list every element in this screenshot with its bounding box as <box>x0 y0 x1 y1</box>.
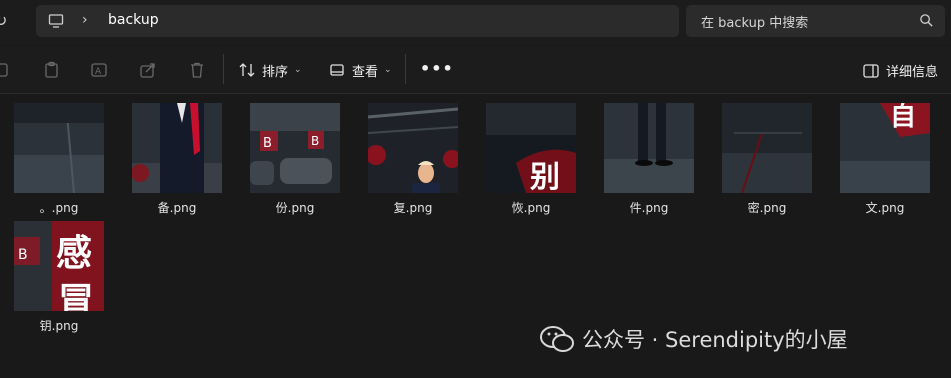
thumb-label: 别 <box>530 160 560 193</box>
watermark-text: 公众号 · Serendipity的小屋 <box>582 328 848 352</box>
sort-button[interactable]: 排序 ⌄ <box>238 58 302 82</box>
details-pane-icon <box>863 63 879 78</box>
file-item[interactable]: B 感 冒 钥.png <box>0 212 110 333</box>
paste-icon[interactable] <box>43 61 61 79</box>
file-name: 复.png <box>393 201 433 215</box>
file-item[interactable]: 备.png <box>118 94 228 215</box>
chevron-down-icon: ⌄ <box>384 65 392 75</box>
sort-label: 排序 <box>262 64 289 80</box>
file-name: 备.png <box>157 201 197 215</box>
file-name: 份.png <box>275 201 315 215</box>
toolbar-divider <box>405 54 406 84</box>
chevron-right-icon[interactable]: › <box>82 12 88 28</box>
file-item[interactable]: 复.png <box>354 94 464 215</box>
breadcrumb-backup[interactable]: backup <box>108 12 159 28</box>
command-bar: A 排序 ⌄ 查看 ⌄ ••• 详细信息 <box>0 46 951 94</box>
search-input[interactable]: 在 backup 中搜索 <box>701 12 808 31</box>
file-name: 钥.png <box>39 319 79 333</box>
details-pane-button[interactable]: 详细信息 <box>862 61 938 80</box>
file-name: 文.png <box>865 201 905 215</box>
details-label: 详细信息 <box>886 65 939 80</box>
view-icon <box>330 64 344 76</box>
search-box[interactable]: 在 backup 中搜索 <box>686 5 945 37</box>
wechat-icon <box>540 326 574 352</box>
toolbar-divider <box>223 54 224 84</box>
image-thumbnail <box>722 103 812 193</box>
copy-icon[interactable] <box>0 61 10 79</box>
view-label: 查看 <box>352 64 379 80</box>
image-thumbnail <box>368 103 458 193</box>
image-thumbnail: B 感 冒 <box>14 221 104 311</box>
thumb-label: B <box>263 136 272 151</box>
thumb-label: 感 <box>56 233 92 274</box>
file-name: 件.png <box>629 201 669 215</box>
chevron-down-icon: ⌄ <box>294 65 302 75</box>
title-bar: ↻ › backup 在 backup 中搜索 <box>0 0 951 45</box>
image-thumbnail <box>14 103 104 193</box>
thumb-label: 冒 <box>58 281 94 311</box>
file-item[interactable]: 自 文.png <box>826 94 936 215</box>
image-thumbnail: B B <box>250 103 340 193</box>
share-icon[interactable] <box>139 61 157 79</box>
view-button[interactable]: 查看 ⌄ <box>328 58 392 82</box>
thumb-label: 自 <box>890 103 916 132</box>
refresh-icon[interactable]: ↻ <box>0 11 14 31</box>
image-thumbnail: 别 <box>486 103 576 193</box>
thumb-label: B <box>311 134 319 148</box>
file-item[interactable]: 别 恢.png <box>472 94 582 215</box>
image-thumbnail <box>132 103 222 193</box>
file-item[interactable]: B B 份.png <box>236 94 346 215</box>
thumb-label: B <box>18 247 28 263</box>
more-options-button[interactable]: ••• <box>420 59 454 78</box>
search-icon[interactable] <box>919 13 934 28</box>
file-item[interactable]: 密.png <box>708 94 818 215</box>
image-thumbnail: 自 <box>840 103 930 193</box>
svg-text:A: A <box>95 67 102 77</box>
watermark: 公众号 · Serendipity的小屋 <box>540 324 848 354</box>
address-bar[interactable]: › backup <box>36 5 679 37</box>
file-name: 恢.png <box>511 201 551 215</box>
image-thumbnail <box>604 103 694 193</box>
file-name: 密.png <box>747 201 787 215</box>
delete-icon[interactable] <box>188 61 206 79</box>
computer-icon <box>48 14 64 28</box>
file-item[interactable]: 件.png <box>590 94 700 215</box>
rename-icon[interactable]: A <box>90 61 108 79</box>
sort-icon <box>239 63 255 77</box>
file-item[interactable]: 。.png <box>0 94 110 215</box>
